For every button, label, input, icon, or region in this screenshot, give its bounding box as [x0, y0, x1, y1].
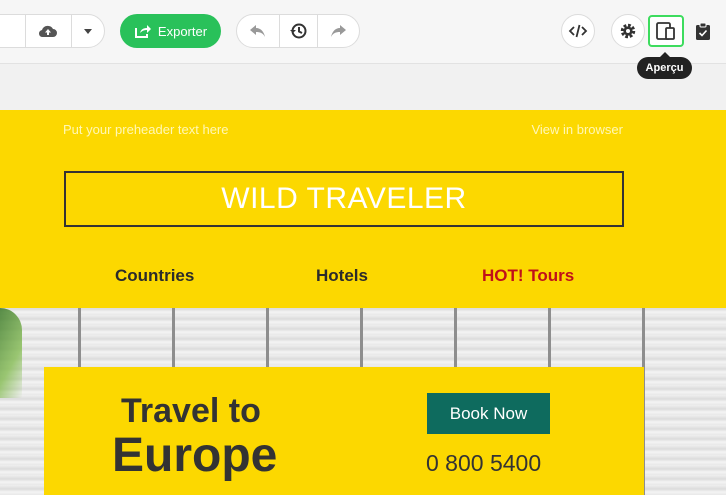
editor-toolbar: Exporter [0, 0, 726, 64]
logo-block[interactable]: WILD TRAVELER [64, 171, 624, 227]
nav-link-hot-tours[interactable]: HOT! Tours [482, 266, 574, 286]
phone-number: 0 800 5400 [426, 450, 542, 476]
export-button[interactable]: Exporter [120, 14, 221, 48]
logo-text: WILD TRAVELER [221, 182, 467, 215]
hero-title-line2: Europe [112, 429, 278, 482]
preview-button[interactable] [648, 15, 684, 47]
plant-leaf-image [0, 308, 22, 398]
nav-link-hotels[interactable]: Hotels [316, 266, 368, 286]
save-options-dropdown[interactable] [72, 15, 104, 47]
caret-down-icon [83, 28, 92, 34]
cloud-upload-icon [39, 25, 58, 38]
devices-icon [656, 22, 675, 40]
export-icon [134, 24, 151, 38]
undo-icon [250, 25, 266, 37]
preheader-text[interactable]: Put your preheader text here [63, 122, 229, 137]
filename-field[interactable] [0, 15, 27, 47]
view-in-browser-link[interactable]: View in browser [531, 122, 623, 137]
code-icon [568, 24, 588, 38]
gear-icon [620, 23, 636, 39]
clipboard-icon [696, 22, 710, 40]
save-group [0, 14, 105, 48]
history-button[interactable] [280, 15, 318, 47]
export-label: Exporter [157, 23, 208, 39]
redo-icon [331, 25, 347, 37]
redo-button[interactable] [318, 15, 359, 47]
clipboard-button[interactable] [686, 14, 720, 48]
upload-button[interactable] [26, 15, 72, 47]
history-icon [290, 23, 307, 39]
history-group [236, 14, 360, 48]
preview-tooltip: Aperçu [637, 52, 692, 79]
book-now-button[interactable]: Book Now [427, 393, 550, 434]
nav-link-countries[interactable]: Countries [115, 266, 194, 286]
code-button[interactable] [561, 14, 595, 48]
hero-title-line1: Travel to [121, 392, 261, 430]
undo-button[interactable] [237, 15, 281, 47]
settings-button[interactable] [611, 14, 645, 48]
